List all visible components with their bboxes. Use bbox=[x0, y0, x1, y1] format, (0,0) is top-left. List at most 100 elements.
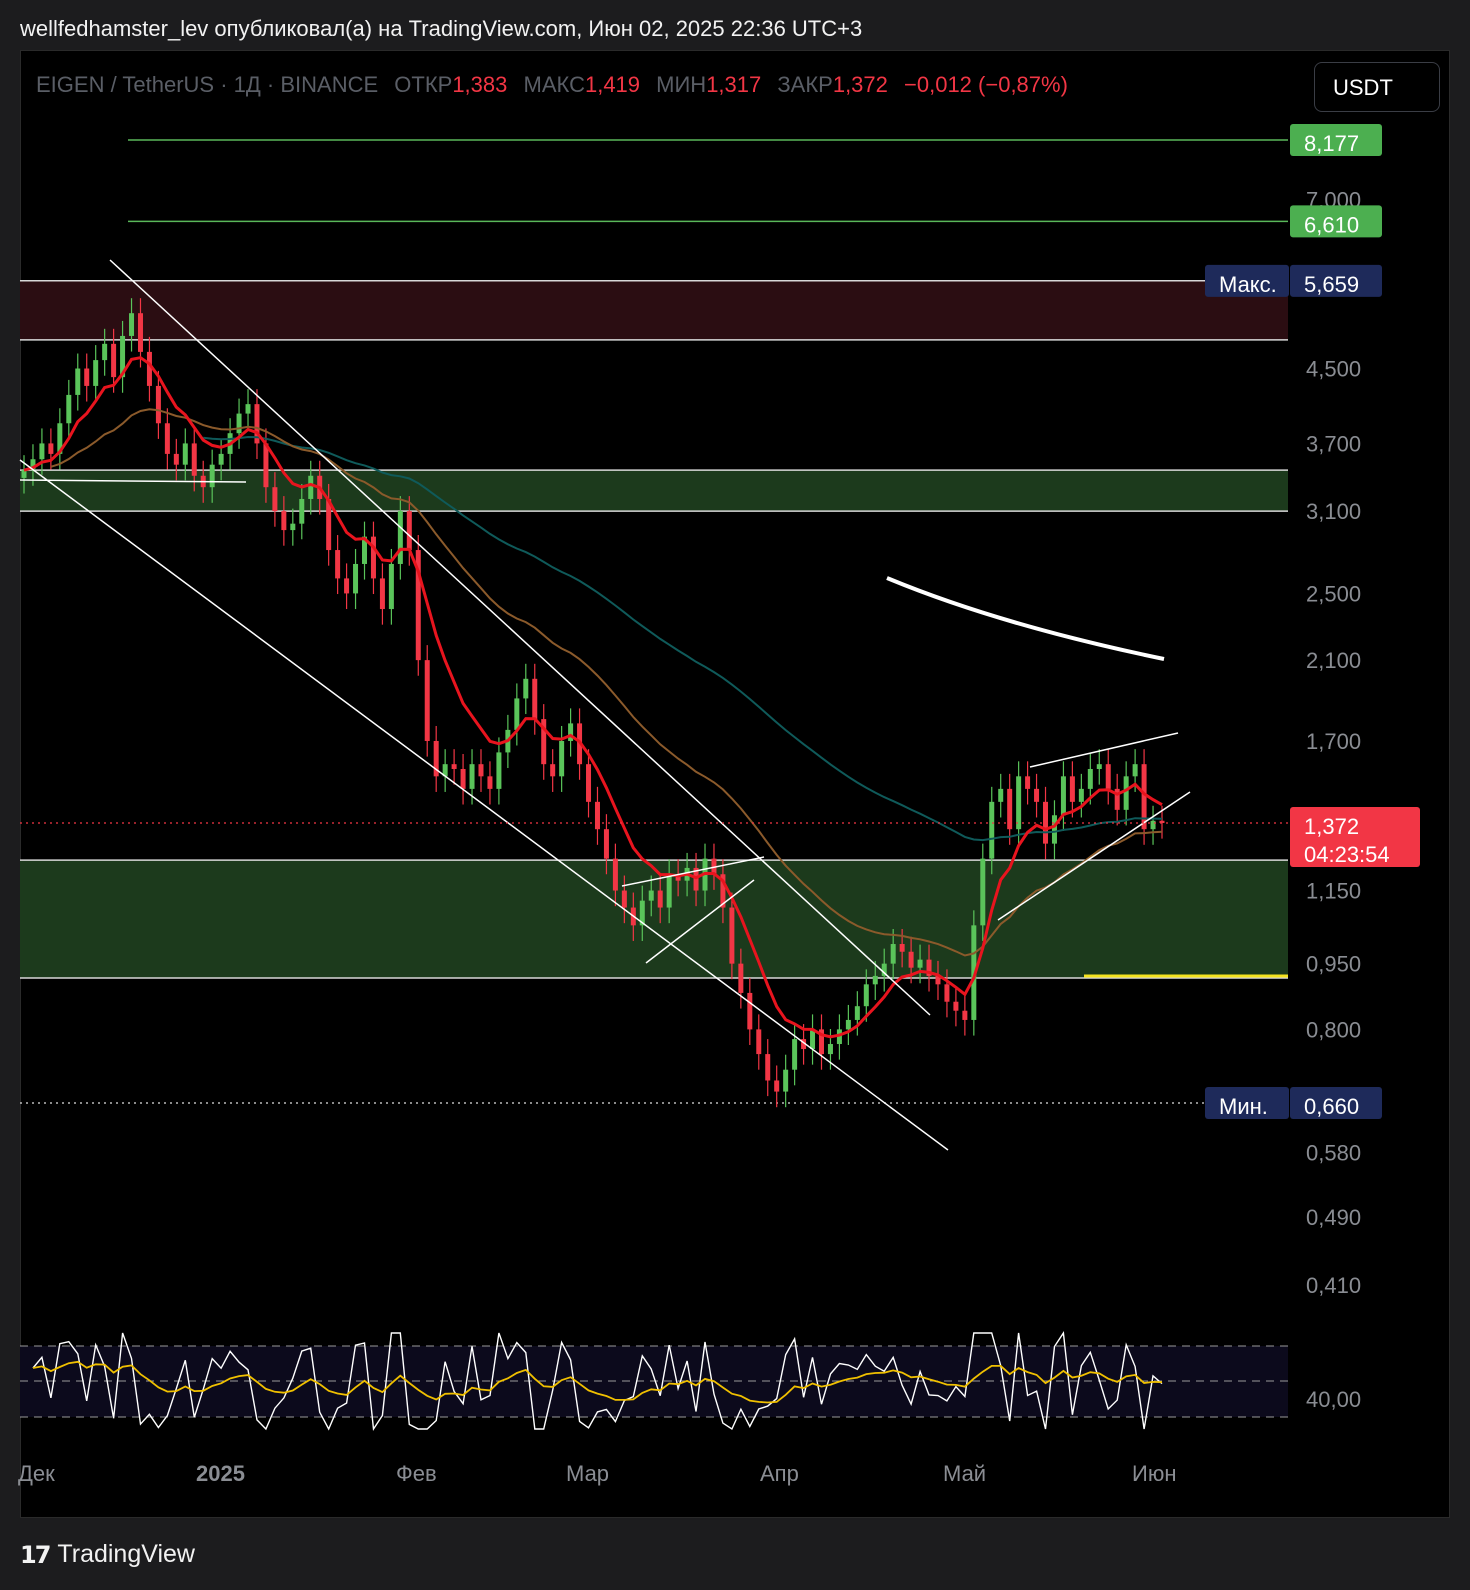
candle-body bbox=[344, 578, 350, 594]
candle-body bbox=[137, 313, 143, 352]
candle-body bbox=[1096, 764, 1102, 769]
legend-open-label: ОТКР bbox=[394, 72, 453, 97]
time-tick-label: Апр bbox=[760, 1461, 799, 1486]
candle-body bbox=[1132, 764, 1138, 777]
candle-body bbox=[783, 1069, 789, 1092]
legend-open: 1,383 bbox=[452, 72, 508, 97]
candle-body bbox=[774, 1080, 780, 1092]
candle-body bbox=[944, 984, 950, 1002]
candle-body bbox=[164, 423, 170, 454]
candle-body bbox=[899, 944, 905, 952]
price-tick-label: 3,100 bbox=[1306, 499, 1361, 524]
candle-body bbox=[621, 890, 627, 908]
level-price-tag: 5,659 bbox=[1304, 272, 1359, 297]
candle-body bbox=[514, 698, 520, 730]
candle-body bbox=[532, 678, 538, 720]
candle-body bbox=[657, 890, 663, 908]
legend-high-label: МАКС bbox=[523, 72, 585, 97]
price-tick-label: 1,150 bbox=[1306, 879, 1361, 904]
time-tick-label: Июн bbox=[1132, 1461, 1176, 1486]
time-tick-label: Мар bbox=[566, 1461, 609, 1486]
candle-body bbox=[75, 368, 81, 395]
candle-body bbox=[523, 678, 529, 699]
candle-body bbox=[953, 1001, 959, 1011]
candle-body bbox=[1051, 815, 1057, 844]
level-price-tag: 8,177 bbox=[1304, 131, 1359, 156]
candle-body bbox=[962, 1010, 968, 1020]
zone-resistance bbox=[20, 280, 1288, 340]
candle-body bbox=[989, 801, 995, 859]
candle-body bbox=[460, 768, 466, 789]
candle-body bbox=[854, 1006, 860, 1020]
price-tick-label: 0,490 bbox=[1306, 1205, 1361, 1230]
price-tick-label: 0,410 bbox=[1306, 1273, 1361, 1298]
level-price-tag: 6,610 bbox=[1304, 212, 1359, 237]
time-tick-label: 2025 bbox=[196, 1461, 245, 1486]
level-tag-label: Мин. bbox=[1219, 1094, 1268, 1119]
time-tick-label: Май bbox=[943, 1461, 986, 1486]
candle-body bbox=[129, 313, 135, 336]
candle-body bbox=[729, 907, 735, 964]
tradingview-logo-text: TradingView bbox=[57, 1540, 195, 1568]
price-tick-label: 0,950 bbox=[1306, 952, 1361, 977]
candle-body bbox=[48, 443, 54, 454]
candle-body bbox=[998, 788, 1004, 802]
candle-body bbox=[451, 764, 457, 769]
candle-body bbox=[738, 963, 744, 993]
candle-body bbox=[872, 975, 878, 985]
candle-body bbox=[370, 536, 376, 579]
candle-body bbox=[66, 394, 72, 424]
candle-body bbox=[236, 413, 242, 434]
legend-low-label: МИН bbox=[656, 72, 707, 97]
candle-body bbox=[810, 1029, 816, 1050]
candle-body bbox=[191, 443, 197, 476]
currency-button[interactable]: USDT bbox=[1314, 62, 1440, 112]
price-chart[interactable]: 7,0004,5003,7003,1002,5002,1001,7001,150… bbox=[0, 0, 1470, 1590]
legend-symbol[interactable]: EIGEN / TetherUS · 1Д · BINANCE bbox=[36, 72, 378, 97]
candle-body bbox=[747, 992, 753, 1030]
candle-body bbox=[1105, 764, 1111, 789]
candle-body bbox=[424, 660, 430, 741]
candle-body bbox=[406, 511, 412, 551]
legend-low: 1,317 bbox=[706, 72, 762, 97]
candle-body bbox=[648, 890, 654, 901]
candle-body bbox=[388, 563, 394, 610]
candle-body bbox=[272, 487, 278, 512]
candle-body bbox=[39, 443, 45, 460]
price-tick-label: 2,100 bbox=[1306, 648, 1361, 673]
candle-body bbox=[863, 984, 869, 1007]
candle-body bbox=[496, 752, 502, 789]
candle-body bbox=[281, 511, 287, 531]
candle-body bbox=[1060, 776, 1066, 816]
rsi-tick-label: 40,00 bbox=[1306, 1387, 1361, 1412]
candle-body bbox=[765, 1054, 771, 1081]
candle-body bbox=[245, 404, 251, 414]
last-price-tag: 04:23:54 bbox=[1304, 842, 1390, 867]
candle-body bbox=[102, 343, 108, 361]
candle-body bbox=[155, 385, 161, 424]
candle-body bbox=[173, 453, 179, 465]
candle-body bbox=[845, 1019, 851, 1030]
legend-close: 1,372 bbox=[832, 72, 888, 97]
price-tick-label: 1,700 bbox=[1306, 729, 1361, 754]
tradingview-logo-icon: 17 bbox=[20, 1540, 51, 1569]
candle-body bbox=[603, 829, 609, 859]
candle-body bbox=[397, 511, 403, 564]
candle-body bbox=[917, 959, 923, 968]
last-price-tag: 1,372 bbox=[1304, 814, 1359, 839]
price-tick-label: 3,700 bbox=[1306, 431, 1361, 456]
zone-support bbox=[20, 860, 1288, 979]
symbol-legend: EIGEN / TetherUS · 1Д · BINANCE ОТКР1,38… bbox=[36, 72, 1068, 98]
candle-body bbox=[890, 944, 896, 964]
candle-body bbox=[299, 498, 305, 524]
candle-body bbox=[1078, 788, 1084, 802]
tradingview-logo[interactable]: 17 TradingView bbox=[20, 1540, 195, 1569]
candle-body bbox=[908, 951, 914, 968]
candle-body bbox=[93, 360, 99, 386]
candle-body bbox=[84, 368, 90, 386]
price-tick-label: 0,580 bbox=[1306, 1140, 1361, 1165]
candle-body bbox=[182, 443, 188, 465]
candle-body bbox=[111, 343, 117, 378]
candle-body bbox=[550, 764, 556, 777]
candle-body bbox=[586, 764, 592, 802]
